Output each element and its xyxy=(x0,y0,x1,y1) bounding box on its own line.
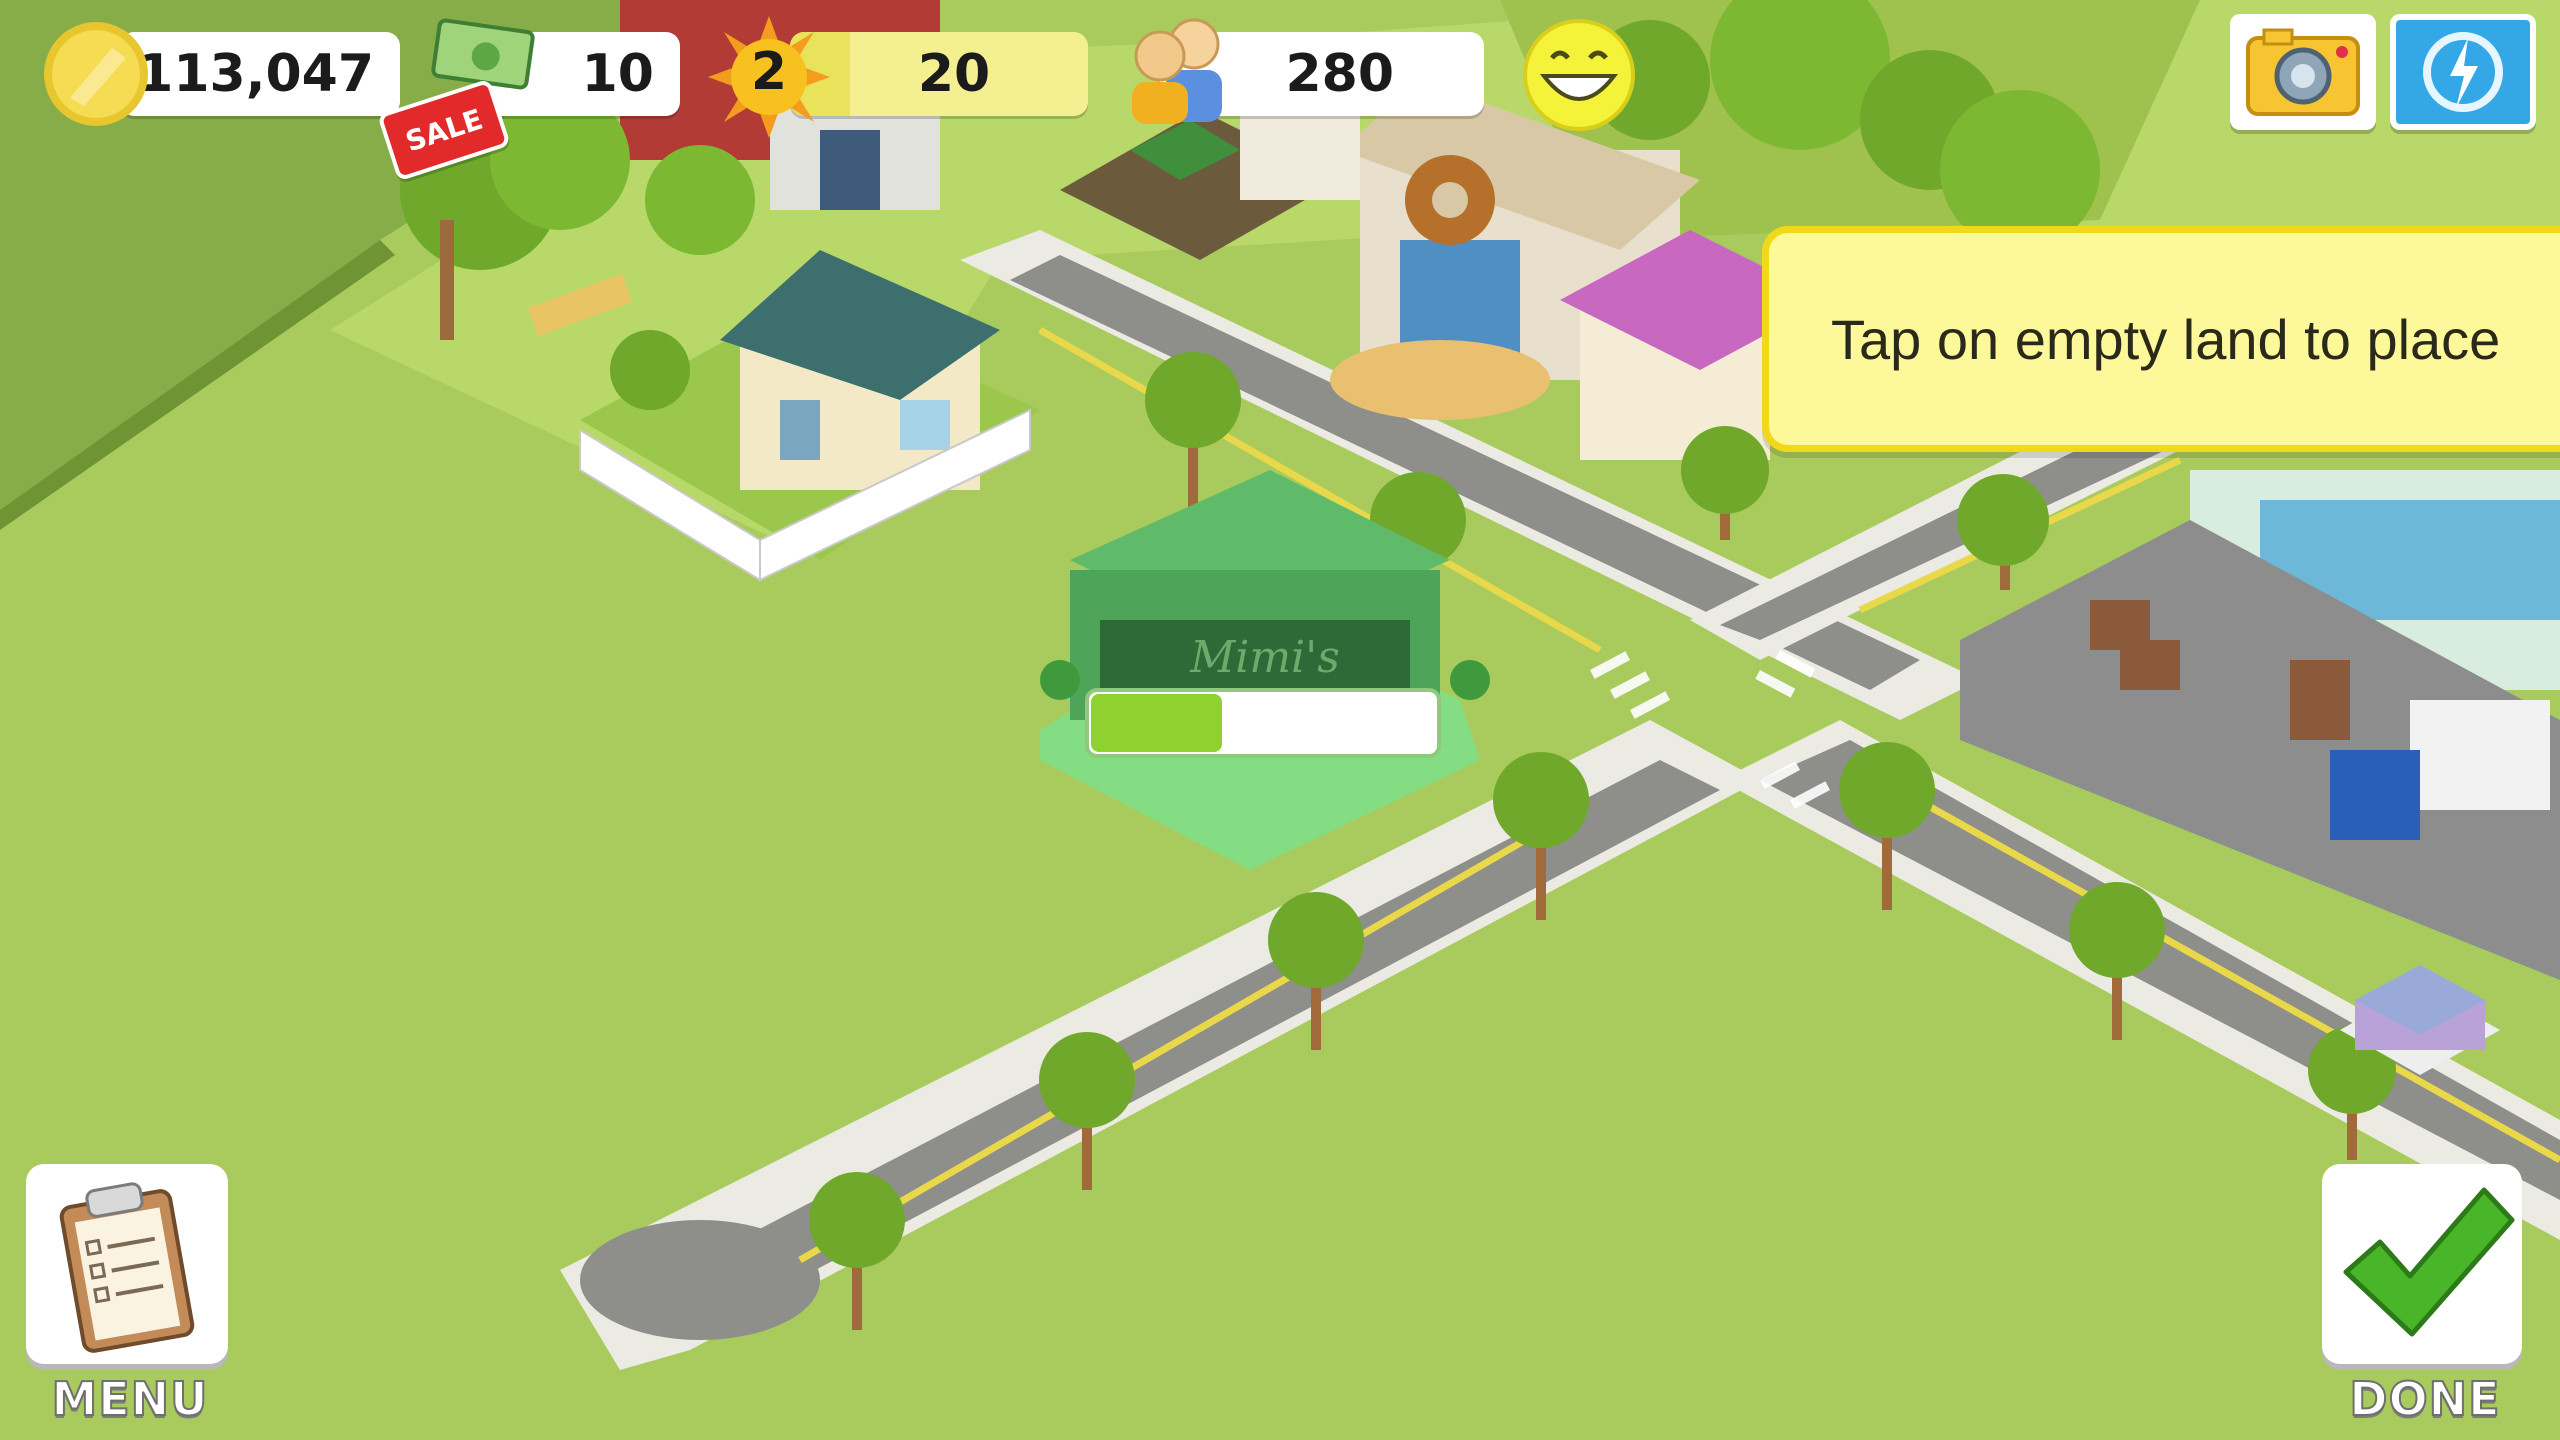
camera-icon xyxy=(2246,28,2360,116)
camera-button[interactable] xyxy=(2230,14,2376,130)
population-value: 280 xyxy=(1285,44,1394,104)
done-button[interactable] xyxy=(2322,1164,2522,1364)
cash-value: 10 xyxy=(581,44,654,104)
placing-building-name: Mimi's xyxy=(1189,632,1340,683)
xp-value: 20 xyxy=(917,44,991,104)
build-progress-bar xyxy=(1085,688,1441,758)
placement-tooltip: Tap on empty land to place xyxy=(1762,226,2560,452)
done-label[interactable]: DONE xyxy=(2330,1371,2520,1427)
menu-label[interactable]: MENU xyxy=(50,1371,210,1427)
xp-counter[interactable]: 20 xyxy=(790,32,1088,116)
placement-tooltip-text: Tap on empty land to place xyxy=(1831,307,2501,371)
population-icon xyxy=(1132,18,1222,124)
build-progress-fill xyxy=(1091,694,1222,752)
sale-label: SALE xyxy=(401,102,487,158)
menu-button[interactable] xyxy=(26,1164,228,1364)
clipboard-icon xyxy=(59,1182,195,1353)
speedup-button[interactable] xyxy=(2390,14,2536,130)
coins-counter[interactable]: 113,047 xyxy=(120,32,400,116)
level-value: 2 xyxy=(750,42,788,102)
coin-icon xyxy=(44,22,148,126)
city-map[interactable]: Mimi's xyxy=(0,0,2560,1440)
checkmark-icon xyxy=(2343,1187,2515,1337)
smiley-icon[interactable] xyxy=(1522,18,1636,132)
bolt-icon xyxy=(2423,32,2503,112)
coins-value: 113,047 xyxy=(137,44,374,104)
